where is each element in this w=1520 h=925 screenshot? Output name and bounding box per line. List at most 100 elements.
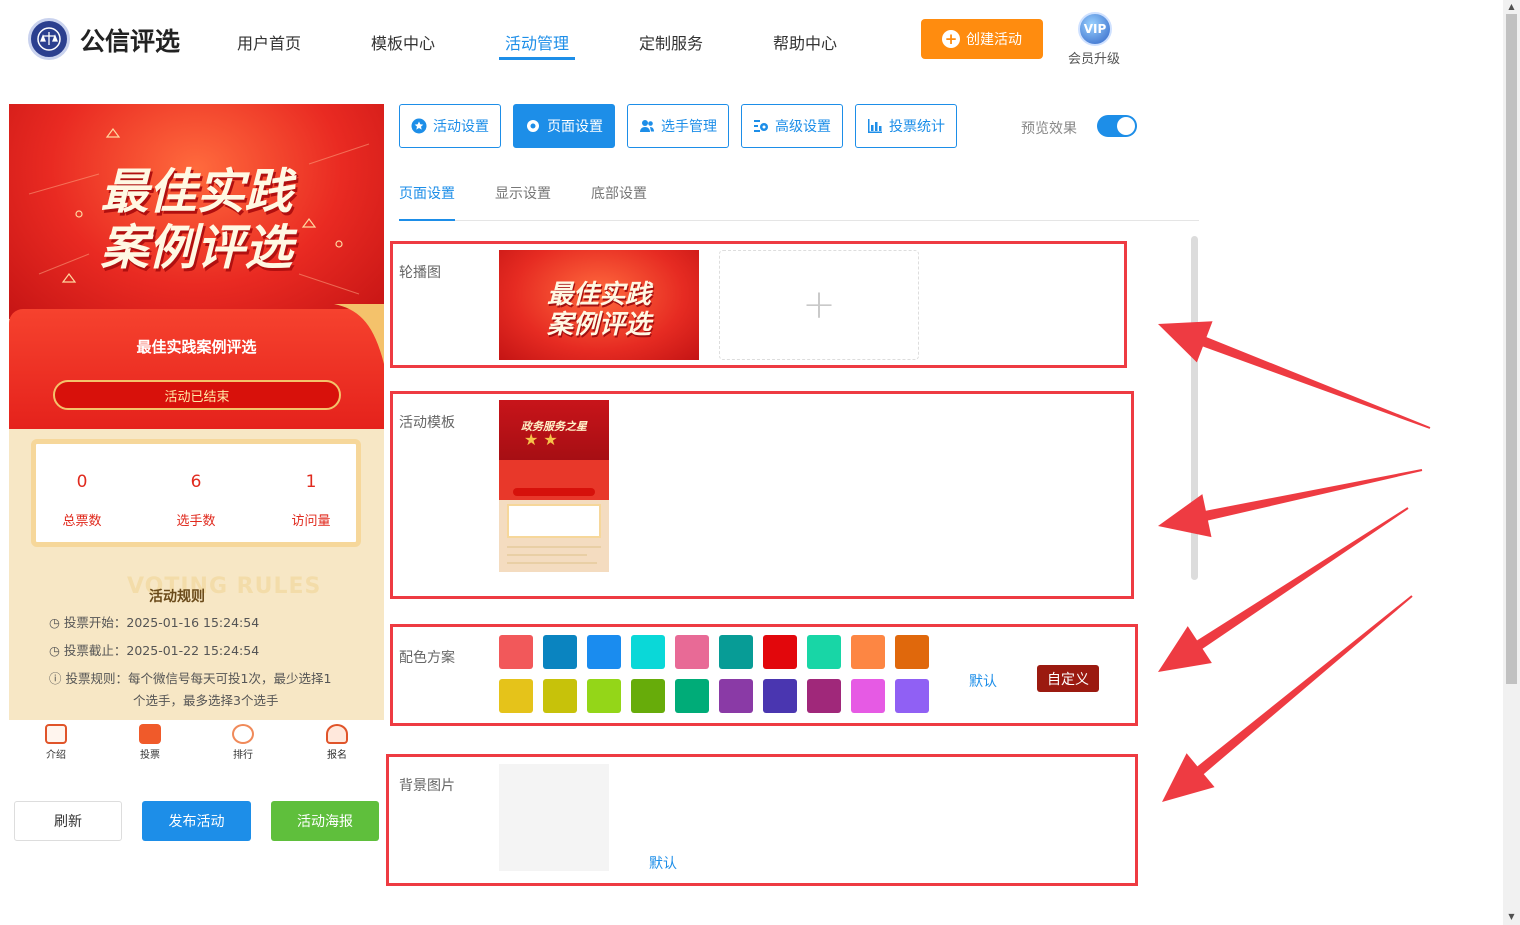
tab-vote[interactable]: 投票: [120, 724, 180, 761]
rule-vote-rule-cont: 个选手，最多选择3个选手: [133, 693, 279, 708]
star-icon-decor: ★ ★: [524, 430, 558, 449]
color-swatch[interactable]: [763, 679, 797, 713]
template-thumb-status: [513, 488, 595, 496]
background-default-link[interactable]: 默认: [649, 853, 677, 873]
template-thumb[interactable]: 政务服务之星 ★ ★: [499, 400, 609, 582]
create-activity-button[interactable]: + 创建活动: [921, 19, 1043, 59]
color-swatch[interactable]: [631, 635, 665, 669]
poster-button[interactable]: 活动海报: [271, 801, 379, 841]
logo-icon[interactable]: [28, 18, 70, 60]
color-swatch[interactable]: [763, 635, 797, 669]
vip-icon[interactable]: VIP: [1078, 12, 1112, 46]
template-thumb-stats: [507, 504, 601, 538]
nav-help-center[interactable]: 帮助中心: [773, 30, 837, 54]
tab-intro[interactable]: 介绍: [26, 724, 86, 761]
rule-start-time: ◷ 投票开始：2025-01-16 15:24:54: [49, 615, 260, 630]
vote-icon: [139, 724, 161, 744]
publish-button[interactable]: 发布活动: [142, 801, 251, 841]
color-swatch[interactable]: [719, 679, 753, 713]
subtab-page-settings[interactable]: 页面设置: [399, 183, 455, 203]
rules-title: 活动规则: [149, 589, 205, 605]
color-swatch[interactable]: [807, 679, 841, 713]
create-activity-label: 创建活动: [966, 32, 1022, 48]
subtab-divider: [399, 220, 1199, 221]
annotation-arrow: [1162, 595, 1413, 802]
signup-icon: [326, 724, 348, 744]
color-scheme-label: 配色方案: [399, 650, 455, 666]
color-swatch[interactable]: [675, 635, 709, 669]
logo-text[interactable]: 公信评选: [80, 22, 180, 58]
color-swatch[interactable]: [895, 679, 929, 713]
color-custom-button[interactable]: 自定义: [1037, 665, 1099, 692]
subtab-display-settings[interactable]: 显示设置: [495, 183, 551, 203]
nav-active-indicator: [499, 57, 575, 60]
nav-user-home[interactable]: 用户首页: [237, 30, 301, 54]
tab-page-settings[interactable]: 页面设置: [513, 104, 615, 148]
tab-candidate-management[interactable]: 选手管理: [627, 104, 729, 148]
color-swatch[interactable]: [719, 635, 753, 669]
template-thumb-rule: [507, 546, 601, 548]
stat-visits-label: 访问量: [291, 514, 331, 529]
color-swatch[interactable]: [675, 679, 709, 713]
color-swatch[interactable]: [499, 679, 533, 713]
page-scrollbar-thumb[interactable]: [1506, 14, 1517, 684]
users-icon: [640, 120, 654, 132]
stat-candidates-label: 选手数: [176, 514, 216, 529]
stat-total-votes-label: 总票数: [62, 514, 102, 529]
annotation-arrow: [1158, 321, 1431, 429]
nav-template-center[interactable]: 模板中心: [371, 30, 435, 54]
intro-icon: [45, 724, 67, 744]
carousel-image-thumb[interactable]: 最佳实践 案例评选: [499, 250, 699, 360]
tab-vote-statistics[interactable]: 投票统计: [855, 104, 957, 148]
background-image-thumb[interactable]: [499, 764, 609, 871]
preview-activity-name: 最佳实践案例评选: [136, 338, 257, 356]
template-thumb-rule: [507, 554, 587, 556]
tab-signup[interactable]: 报名: [307, 724, 367, 761]
scroll-down-arrow[interactable]: ▼: [1506, 912, 1517, 921]
settings-list-icon: [754, 120, 768, 132]
refresh-button[interactable]: 刷新: [14, 801, 122, 841]
rule-end-time: ◷ 投票截止：2025-01-22 15:24:54: [49, 643, 260, 658]
carousel-thumb-line2: 案例评选: [546, 310, 651, 340]
template-thumb-rule: [507, 562, 597, 564]
plus-icon: +: [942, 30, 960, 48]
preview-info-card: [9, 309, 384, 429]
vip-upgrade-link[interactable]: 会员升级: [1068, 48, 1120, 67]
color-swatch[interactable]: [543, 679, 577, 713]
color-swatch[interactable]: [631, 679, 665, 713]
tab-ranking[interactable]: 排行: [213, 724, 273, 761]
annotation-arrows: [1158, 321, 1431, 802]
activity-status-bar: 活动已结束: [53, 380, 341, 410]
color-swatch[interactable]: [851, 679, 885, 713]
subtab-footer-settings[interactable]: 底部设置: [591, 183, 647, 203]
preview-banner-title-line2: 案例评选: [100, 220, 293, 276]
template-label: 活动模板: [399, 415, 455, 431]
tab-advanced-settings[interactable]: 高级设置: [741, 104, 843, 148]
color-swatch[interactable]: [543, 635, 577, 669]
background-label: 背景图片: [399, 778, 455, 794]
template-thumb-tabbar: [499, 572, 609, 582]
color-swatch[interactable]: [499, 635, 533, 669]
color-default-link[interactable]: 默认: [969, 671, 997, 691]
stat-candidates-value: 6: [190, 472, 202, 492]
preview-toggle-knob[interactable]: [1117, 117, 1135, 135]
color-swatch[interactable]: [587, 635, 621, 669]
stats-box: [31, 439, 361, 547]
color-swatch[interactable]: [587, 679, 621, 713]
stat-total-votes-value: 0: [76, 472, 88, 492]
nav-custom-service[interactable]: 定制服务: [639, 30, 703, 54]
tab-activity-settings[interactable]: 活动设置: [399, 104, 501, 148]
preview-toggle-label: 预览效果: [1021, 121, 1077, 137]
rule-vote-rule: ⓘ 投票规则：每个微信号每天可投1次，最少选择1: [49, 671, 332, 686]
stat-visits-value: 1: [305, 472, 317, 492]
nav-activity-management[interactable]: 活动管理: [505, 30, 569, 54]
ranking-icon: [232, 724, 254, 744]
color-swatch[interactable]: [851, 635, 885, 669]
carousel-upload-button[interactable]: +: [719, 250, 919, 360]
color-swatch[interactable]: [895, 635, 929, 669]
scroll-up-arrow[interactable]: ▲: [1506, 2, 1517, 11]
star-icon: [411, 118, 427, 134]
mobile-preview: 最佳实践 案例评选 最佳实践案例评选 活动已结束 0 总票数 6 选手数 1 访…: [9, 104, 384, 770]
gear-icon: [527, 120, 539, 132]
color-swatch[interactable]: [807, 635, 841, 669]
